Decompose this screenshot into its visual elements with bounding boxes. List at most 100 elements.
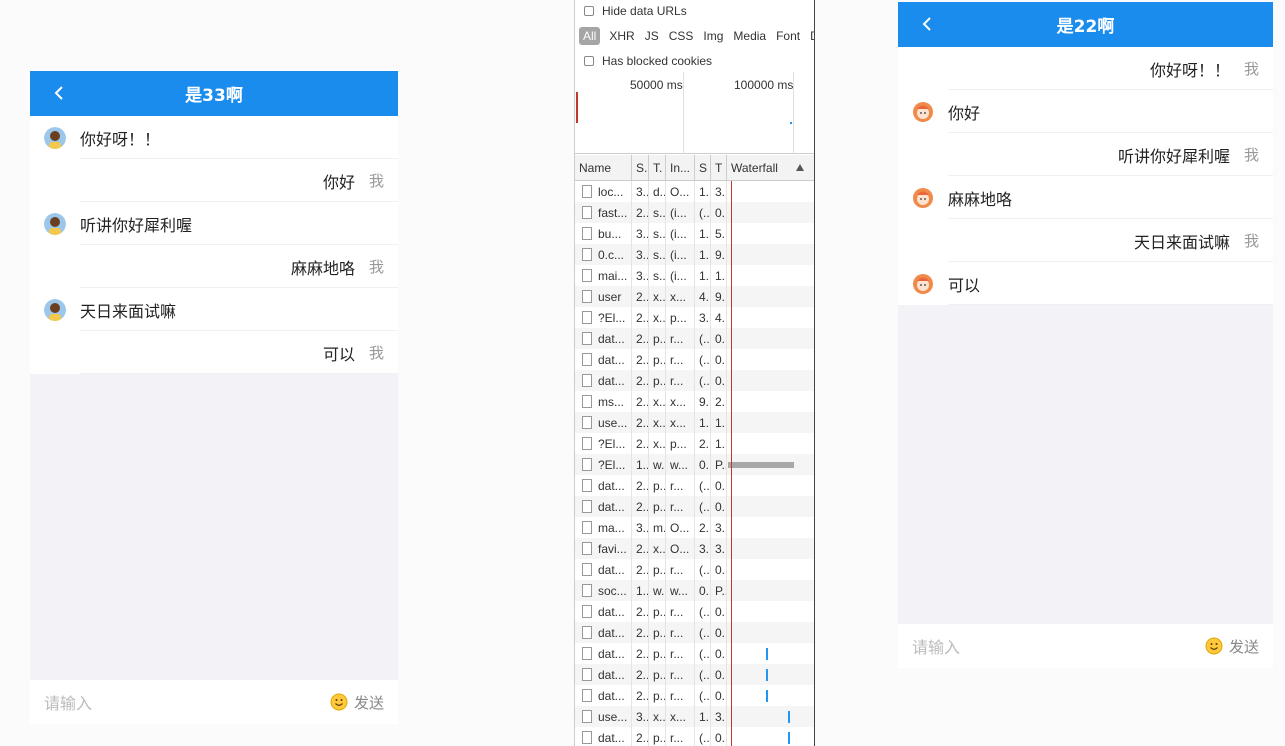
req-status: 2.. bbox=[632, 202, 649, 223]
req-time: 5.. bbox=[711, 223, 727, 244]
request-row[interactable]: dat... 2.. p.. r... (... 0.. bbox=[575, 370, 814, 391]
req-time: 0.. bbox=[711, 328, 727, 349]
left-chat-window: 是33啊 你好呀！！ 你好 我 听讲你好犀利喔 麻麻地咯 我 天日来面试嘛 可以… bbox=[30, 71, 398, 724]
req-size-text: 1.. bbox=[699, 415, 710, 430]
filter-font[interactable]: Font bbox=[776, 29, 800, 43]
request-row[interactable]: bu... 3.. s.. (i... 1.. 5.. bbox=[575, 223, 814, 244]
req-initiator: x... bbox=[666, 412, 695, 433]
request-row[interactable]: ?El... 2.. x.. p... 3.. 4.. bbox=[575, 307, 814, 328]
filter-doc[interactable]: Do bbox=[810, 29, 814, 43]
req-time-text: 0.. bbox=[715, 373, 726, 388]
hide-data-urls-checkbox[interactable] bbox=[584, 6, 594, 16]
request-row[interactable]: use... 3.. x.. x... 1.. 3.. bbox=[575, 706, 814, 727]
filter-all[interactable]: All bbox=[579, 27, 601, 45]
req-initiator-text: (i... bbox=[670, 247, 687, 262]
col-time[interactable]: T bbox=[711, 155, 727, 180]
back-arrow-icon[interactable] bbox=[50, 83, 70, 103]
request-row[interactable]: fast... 2.. s.. (i... (... 0.. bbox=[575, 202, 814, 223]
request-row[interactable]: dat... 2.. p.. r... (... 0.. bbox=[575, 496, 814, 517]
request-row[interactable]: dat... 2.. p.. r... (... 0.. bbox=[575, 328, 814, 349]
request-row[interactable]: dat... 2.. p.. r... (... 0.. bbox=[575, 349, 814, 370]
req-name: dat... bbox=[575, 559, 632, 580]
request-row[interactable]: soc... 1.. w.. w... 0.. P.. bbox=[575, 580, 814, 601]
req-size: 2.. bbox=[695, 433, 711, 454]
filter-css[interactable]: CSS bbox=[669, 29, 694, 43]
request-row[interactable]: dat... 2.. p.. r... (... 0.. bbox=[575, 559, 814, 580]
col-name[interactable]: Name bbox=[575, 155, 632, 180]
message-item: 听讲你好犀利喔 我 bbox=[898, 133, 1273, 176]
col-waterfall[interactable]: Waterfall bbox=[727, 155, 814, 180]
req-name-text: dat... bbox=[598, 604, 625, 619]
req-size-text: (... bbox=[699, 646, 710, 661]
req-name-text: dat... bbox=[598, 730, 625, 745]
req-status-text: 2.. bbox=[636, 625, 649, 640]
req-name-text: favi... bbox=[598, 541, 627, 556]
req-initiator: x... bbox=[666, 706, 695, 727]
request-row[interactable]: ma... 3.. m.. O... 2.. 3.. bbox=[575, 517, 814, 538]
request-row[interactable]: favi... 2.. x.. O... 3.. 3.. bbox=[575, 538, 814, 559]
request-row[interactable]: loc... 3.. d.. O... 1.. 3.. bbox=[575, 181, 814, 202]
emoji-icon[interactable] bbox=[330, 693, 348, 711]
waterfall-cell bbox=[727, 664, 814, 685]
req-size: 0.. bbox=[695, 454, 711, 475]
req-size-text: 1.. bbox=[699, 247, 710, 262]
req-status: 2.. bbox=[632, 664, 649, 685]
request-row[interactable]: 0.c... 3.. s.. (i... 1.. 9.. bbox=[575, 244, 814, 265]
request-row[interactable]: dat... 2.. p.. r... (... 0.. bbox=[575, 475, 814, 496]
req-status-text: 2.. bbox=[636, 289, 649, 304]
req-size-text: 0.. bbox=[699, 457, 710, 472]
request-row[interactable]: user 2.. x.. x... 4.. 9.. bbox=[575, 286, 814, 307]
req-size-text: 1.. bbox=[699, 226, 710, 241]
req-size-text: 2.. bbox=[699, 520, 710, 535]
req-time: 3.. bbox=[711, 706, 727, 727]
filter-img[interactable]: Img bbox=[703, 29, 723, 43]
filter-js[interactable]: JS bbox=[645, 29, 659, 43]
filter-media[interactable]: Media bbox=[733, 29, 766, 43]
request-row[interactable]: mai... 3.. s.. (i... 1.. 1.. bbox=[575, 265, 814, 286]
col-status[interactable]: S. bbox=[632, 155, 649, 180]
back-arrow-icon[interactable] bbox=[918, 14, 938, 34]
type-filter-bar: All XHR JS CSS Img Media Font Do bbox=[575, 22, 814, 50]
req-name: 0.c... bbox=[575, 244, 632, 265]
filter-xhr[interactable]: XHR bbox=[609, 29, 634, 43]
request-row[interactable]: dat... 2.. p.. r... (... 0.. bbox=[575, 643, 814, 664]
col-initiator[interactable]: In... bbox=[666, 155, 695, 180]
send-button[interactable]: 发送 bbox=[354, 692, 384, 713]
req-time: 4.. bbox=[711, 307, 727, 328]
col-type[interactable]: T. bbox=[649, 155, 666, 180]
request-row[interactable]: ms... 2.. x.. x... 9.. 2.. bbox=[575, 391, 814, 412]
req-name: bu... bbox=[575, 223, 632, 244]
hide-data-urls-option[interactable]: Hide data URLs bbox=[575, 0, 814, 22]
request-row[interactable]: dat... 2.. p.. r... (... 0.. bbox=[575, 601, 814, 622]
request-row[interactable]: dat... 2.. p.. r... (... 0.. bbox=[575, 622, 814, 643]
req-time-text: P.. bbox=[715, 583, 727, 598]
waterfall-bar bbox=[766, 668, 768, 681]
file-icon bbox=[582, 185, 592, 198]
req-name: ma... bbox=[575, 517, 632, 538]
req-initiator-text: (i... bbox=[670, 268, 687, 283]
message-input[interactable]: 请输入 bbox=[912, 634, 1205, 658]
send-button[interactable]: 发送 bbox=[1229, 636, 1259, 657]
timeline-overview[interactable]: 50000 ms 100000 ms bbox=[575, 72, 814, 154]
blocked-cookies-option[interactable]: Has blocked cookies bbox=[575, 50, 814, 72]
request-row[interactable]: use... 2.. x.. x... 1.. 1.. bbox=[575, 412, 814, 433]
req-status-text: 2.. bbox=[636, 478, 649, 493]
req-size-text: (... bbox=[699, 667, 710, 682]
blocked-cookies-checkbox[interactable] bbox=[584, 56, 594, 66]
request-row[interactable]: dat... 2.. p.. r... (... 0.. bbox=[575, 685, 814, 706]
req-size-text: (... bbox=[699, 478, 710, 493]
req-time-text: 0.. bbox=[715, 331, 726, 346]
req-size-text: (... bbox=[699, 352, 710, 367]
request-row[interactable]: dat... 2.. p.. r... (... 0.. bbox=[575, 664, 814, 685]
request-row[interactable]: ?El... 2.. x.. p... 2.. 1.. bbox=[575, 433, 814, 454]
request-row[interactable]: ?El... 1.. w.. w... 0.. P.. bbox=[575, 454, 814, 475]
request-row[interactable]: dat... 2.. p.. r... (... 0.. bbox=[575, 727, 814, 746]
col-size[interactable]: S bbox=[695, 155, 711, 180]
req-initiator: r... bbox=[666, 559, 695, 580]
emoji-icon[interactable] bbox=[1205, 637, 1223, 655]
req-time: 0.. bbox=[711, 685, 727, 706]
message-input[interactable]: 请输入 bbox=[44, 690, 330, 714]
req-initiator-text: r... bbox=[670, 625, 684, 640]
req-name-text: ?El... bbox=[598, 457, 626, 472]
req-status-text: 2.. bbox=[636, 730, 649, 745]
